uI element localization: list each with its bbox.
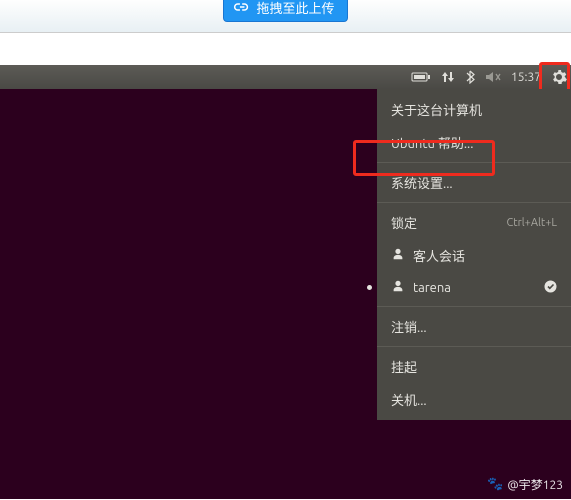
menu-suspend[interactable]: 挂起	[377, 350, 571, 383]
menu-lock[interactable]: 锁定 Ctrl+Alt+L	[377, 206, 571, 239]
menu-about-label: 关于这台计算机	[391, 100, 482, 119]
menu-shutdown-label: 关机...	[391, 390, 427, 409]
network-icon[interactable]	[441, 70, 455, 84]
menu-help[interactable]: Ubuntu 帮助...	[377, 126, 571, 159]
menu-lock-label: 锁定	[391, 213, 417, 232]
menu-separator	[377, 346, 571, 347]
menu-settings-label: 系统设置...	[391, 173, 453, 192]
link-icon	[230, 0, 250, 17]
menu-separator	[377, 162, 571, 163]
menu-settings[interactable]: 系统设置...	[377, 166, 571, 199]
browser-banner: 拖拽至此上传	[0, 0, 571, 33]
watermark-text: @宇梦123	[507, 476, 563, 493]
menu-user-label: tarena	[413, 281, 451, 295]
volume-icon[interactable]	[485, 71, 501, 83]
bluetooth-icon[interactable]	[465, 70, 475, 84]
menu-help-label: Ubuntu 帮助...	[391, 133, 473, 152]
upload-button[interactable]: 拖拽至此上传	[223, 0, 347, 22]
user-icon	[391, 247, 405, 264]
system-menu-dropdown: 关于这台计算机 Ubuntu 帮助... 系统设置... 锁定 Ctrl+Alt…	[377, 89, 571, 420]
active-user-bullet	[367, 285, 372, 290]
gear-icon[interactable]	[551, 69, 567, 85]
top-menubar: 15:37	[0, 65, 571, 89]
menu-about[interactable]: 关于这台计算机	[377, 93, 571, 126]
menu-user[interactable]: tarena	[377, 272, 571, 303]
menu-separator	[377, 306, 571, 307]
menu-shutdown[interactable]: 关机...	[377, 383, 571, 416]
menu-logout-label: 注销...	[391, 317, 427, 336]
menu-guest-label: 客人会话	[413, 246, 465, 265]
page-gap	[0, 33, 571, 65]
watermark: 🐾 @宇梦123	[487, 476, 563, 493]
menu-guest[interactable]: 客人会话	[377, 239, 571, 272]
paw-icon: 🐾	[487, 477, 503, 492]
menu-logout[interactable]: 注销...	[377, 310, 571, 343]
menu-separator	[377, 202, 571, 203]
upload-label: 拖拽至此上传	[256, 0, 334, 17]
menu-lock-shortcut: Ctrl+Alt+L	[507, 217, 557, 229]
check-icon	[544, 280, 557, 296]
clock-time[interactable]: 15:37	[511, 71, 541, 84]
menu-suspend-label: 挂起	[391, 357, 417, 376]
user-icon	[391, 279, 405, 296]
battery-icon[interactable]	[411, 71, 431, 83]
desktop-background: 关于这台计算机 Ubuntu 帮助... 系统设置... 锁定 Ctrl+Alt…	[0, 89, 571, 499]
